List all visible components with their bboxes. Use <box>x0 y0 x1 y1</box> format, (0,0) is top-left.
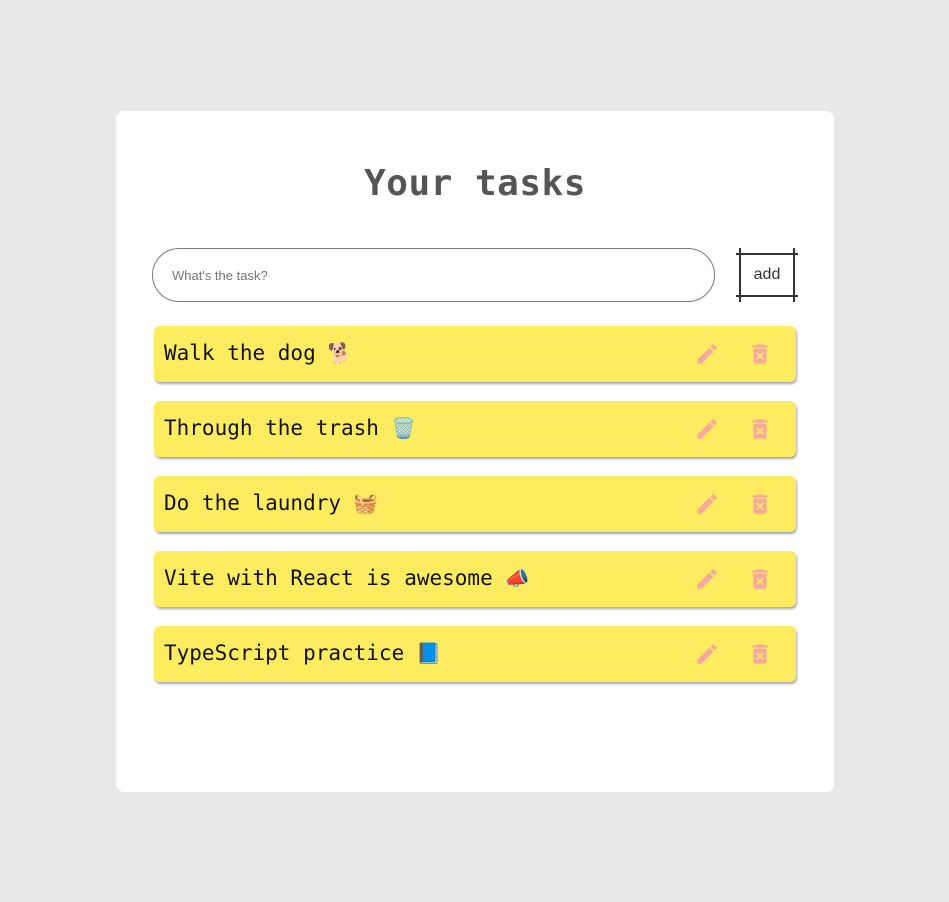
task-label: Do the laundry <box>164 491 342 515</box>
trash-icon <box>747 566 773 592</box>
task-label: TypeScript practice <box>164 641 405 665</box>
task-label: Walk the dog <box>164 341 316 365</box>
task-emoji: 🐕 <box>327 341 353 365</box>
task-emoji: 📘 <box>416 641 442 665</box>
edit-button[interactable] <box>692 489 722 519</box>
trash-icon <box>747 641 773 667</box>
task-item: Through the trash 🗑️ <box>154 401 796 457</box>
trash-icon <box>747 491 773 517</box>
task-text: TypeScript practice 📘 <box>164 641 441 665</box>
add-button-label: add <box>753 266 781 283</box>
task-list: Walk the dog 🐕 Through the trash 🗑️ Do t… <box>154 326 796 701</box>
task-input[interactable] <box>152 248 715 302</box>
edit-button[interactable] <box>692 639 722 669</box>
delete-button[interactable] <box>745 489 775 519</box>
pencil-icon <box>694 566 720 592</box>
delete-button[interactable] <box>745 339 775 369</box>
delete-button[interactable] <box>745 564 775 594</box>
delete-button[interactable] <box>745 414 775 444</box>
trash-icon <box>747 416 773 442</box>
add-button-sketch-line <box>736 295 798 297</box>
pencil-icon <box>694 416 720 442</box>
edit-button[interactable] <box>692 564 722 594</box>
task-item: TypeScript practice 📘 <box>154 626 796 682</box>
task-item: Walk the dog 🐕 <box>154 326 796 382</box>
add-button[interactable]: add <box>736 248 798 302</box>
task-item: Do the laundry 🧺 <box>154 476 796 532</box>
task-text: Do the laundry 🧺 <box>164 491 378 515</box>
pencil-icon <box>694 341 720 367</box>
task-label: Through the trash <box>164 416 379 440</box>
task-label: Vite with React is awesome <box>164 566 493 590</box>
edit-button[interactable] <box>692 339 722 369</box>
task-emoji: 🧺 <box>353 491 378 515</box>
add-button-sketch-line <box>739 248 741 302</box>
task-text: Through the trash 🗑️ <box>164 416 416 440</box>
trash-icon <box>747 341 773 367</box>
task-card: Your tasks add Walk the dog 🐕 <box>116 111 834 792</box>
pencil-icon <box>694 641 720 667</box>
add-button-sketch-line <box>793 248 795 302</box>
task-text: Walk the dog 🐕 <box>164 341 353 365</box>
add-button-sketch-line <box>736 253 798 255</box>
task-emoji: 📣 <box>504 566 530 590</box>
page-title: Your tasks <box>364 163 586 204</box>
task-emoji: 🗑️ <box>390 416 416 440</box>
edit-button[interactable] <box>692 414 722 444</box>
task-item: Vite with React is awesome 📣 <box>154 551 796 607</box>
delete-button[interactable] <box>745 639 775 669</box>
task-text: Vite with React is awesome 📣 <box>164 566 530 590</box>
pencil-icon <box>694 491 720 517</box>
